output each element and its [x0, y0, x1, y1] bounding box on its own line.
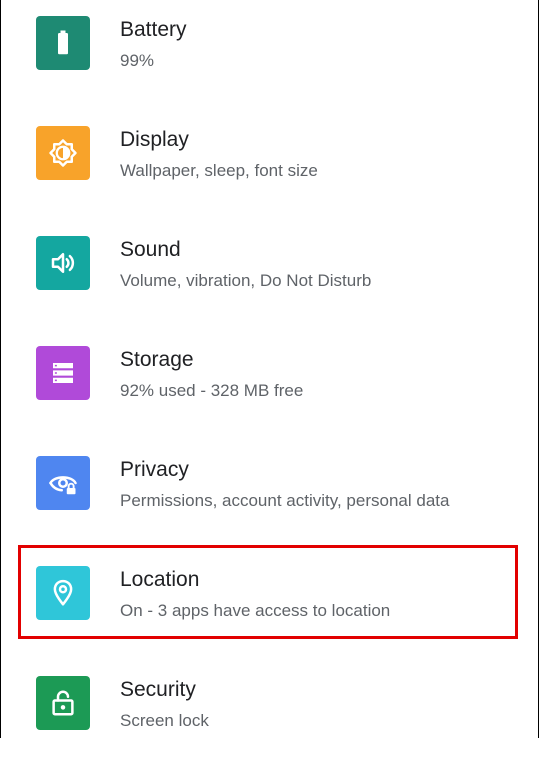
settings-item-subtitle: Wallpaper, sleep, font size: [120, 161, 318, 180]
settings-item-display[interactable]: Display Wallpaper, sleep, font size: [0, 100, 541, 210]
settings-item-subtitle: 92% used - 328 MB free: [120, 381, 304, 400]
settings-item-title: Security: [120, 678, 196, 701]
settings-item-subtitle: Permissions, account activity, personal …: [120, 491, 450, 510]
lock-open-icon: [36, 676, 90, 730]
location-pin-icon: [36, 566, 90, 620]
settings-item-subtitle: 99%: [120, 51, 155, 70]
settings-item-security[interactable]: Security Screen lock: [0, 650, 541, 760]
storage-icon: [36, 346, 90, 400]
settings-item-sound[interactable]: Sound Volume, vibration, Do Not Disturb: [0, 210, 541, 320]
settings-item-storage[interactable]: Storage 92% used - 328 MB free: [0, 320, 541, 430]
settings-item-title: Storage: [120, 348, 194, 371]
battery-icon: [36, 16, 90, 70]
brightness-icon: [36, 126, 90, 180]
settings-item-title: Battery: [120, 18, 187, 41]
settings-item-subtitle: Screen lock: [120, 711, 209, 730]
settings-item-title: Location: [120, 568, 200, 591]
volume-icon: [36, 236, 90, 290]
settings-item-title: Privacy: [120, 458, 189, 481]
settings-item-title: Sound: [120, 238, 181, 261]
privacy-eye-icon: [36, 456, 90, 510]
settings-item-subtitle: On - 3 apps have access to location: [120, 601, 391, 620]
settings-item-privacy[interactable]: Privacy Permissions, account activity, p…: [0, 430, 541, 540]
settings-item-location[interactable]: Location On - 3 apps have access to loca…: [0, 540, 541, 650]
settings-item-battery[interactable]: Battery 99%: [0, 0, 541, 100]
settings-item-title: Display: [120, 128, 189, 151]
settings-item-subtitle: Volume, vibration, Do Not Disturb: [120, 271, 372, 290]
